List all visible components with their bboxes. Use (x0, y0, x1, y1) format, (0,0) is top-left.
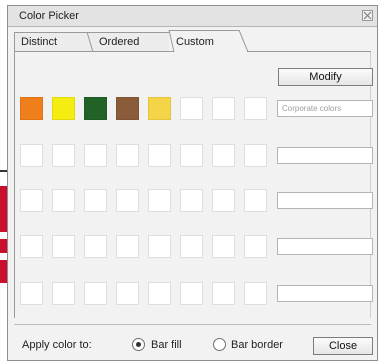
color-swatch[interactable] (180, 235, 203, 258)
color-swatch[interactable] (116, 282, 139, 305)
color-swatch[interactable] (180, 144, 203, 167)
tab-label: Distinct (21, 36, 58, 48)
bar-border-radio[interactable] (213, 338, 226, 351)
title-bar: Color Picker (8, 6, 377, 27)
color-swatch[interactable] (212, 282, 235, 305)
color-swatch[interactable] (84, 189, 107, 212)
color-swatch[interactable] (116, 189, 139, 212)
color-swatch[interactable] (180, 282, 203, 305)
bar-fill-radio[interactable] (132, 338, 145, 351)
close-icon[interactable] (362, 10, 373, 21)
palette-name-field[interactable] (277, 100, 373, 117)
color-swatch[interactable] (20, 97, 43, 120)
color-swatch[interactable] (20, 144, 43, 167)
color-swatch[interactable] (212, 189, 235, 212)
color-swatch[interactable] (20, 189, 43, 212)
color-swatch[interactable] (52, 235, 75, 258)
tab-label: Custom (176, 36, 214, 48)
color-swatch[interactable] (52, 282, 75, 305)
color-swatch[interactable] (212, 97, 235, 120)
palette-name-field[interactable] (277, 285, 373, 302)
color-swatch[interactable] (84, 144, 107, 167)
color-swatch[interactable] (148, 282, 171, 305)
footer-divider (14, 324, 371, 325)
bar-fill-label[interactable]: Bar fill (151, 339, 182, 351)
close-button[interactable]: Close (313, 337, 373, 355)
color-swatch[interactable] (20, 235, 43, 258)
color-swatch[interactable] (148, 144, 171, 167)
color-swatch[interactable] (84, 97, 107, 120)
custom-tab-panel (14, 52, 371, 318)
color-swatch[interactable] (52, 144, 75, 167)
bar-border-label[interactable]: Bar border (231, 339, 283, 351)
color-swatch[interactable] (116, 144, 139, 167)
color-swatch[interactable] (116, 97, 139, 120)
radio-selected-dot (136, 342, 141, 347)
color-swatch[interactable] (20, 282, 43, 305)
palette-name-field[interactable] (277, 238, 373, 255)
color-picker-window: Color Picker Distinct Ordered Custom Mod… (7, 5, 378, 361)
color-swatch[interactable] (244, 235, 267, 258)
color-swatch[interactable] (84, 282, 107, 305)
color-swatch[interactable] (244, 282, 267, 305)
tab-distinct[interactable]: Distinct (14, 32, 87, 52)
color-swatch[interactable] (148, 235, 171, 258)
color-swatch[interactable] (84, 235, 107, 258)
tab-label: Ordered (99, 36, 140, 48)
apply-color-label: Apply color to: (22, 339, 92, 351)
modify-button[interactable]: Modify (278, 68, 373, 86)
color-swatch[interactable] (212, 144, 235, 167)
color-swatch[interactable] (52, 97, 75, 120)
color-swatch[interactable] (244, 189, 267, 212)
color-swatch[interactable] (244, 97, 267, 120)
tab-ordered[interactable]: Ordered (87, 32, 172, 52)
color-swatch[interactable] (148, 189, 171, 212)
palette-name-field[interactable] (277, 147, 373, 164)
color-swatch[interactable] (180, 189, 203, 212)
color-swatch[interactable] (180, 97, 203, 120)
window-title: Color Picker (19, 10, 79, 22)
tab-bar: Distinct Ordered Custom (8, 30, 377, 52)
color-swatch[interactable] (148, 97, 171, 120)
color-swatch[interactable] (116, 235, 139, 258)
color-swatch[interactable] (212, 235, 235, 258)
color-swatch[interactable] (244, 144, 267, 167)
tab-custom[interactable]: Custom (169, 30, 239, 52)
color-swatch[interactable] (52, 189, 75, 212)
palette-name-field[interactable] (277, 192, 373, 209)
